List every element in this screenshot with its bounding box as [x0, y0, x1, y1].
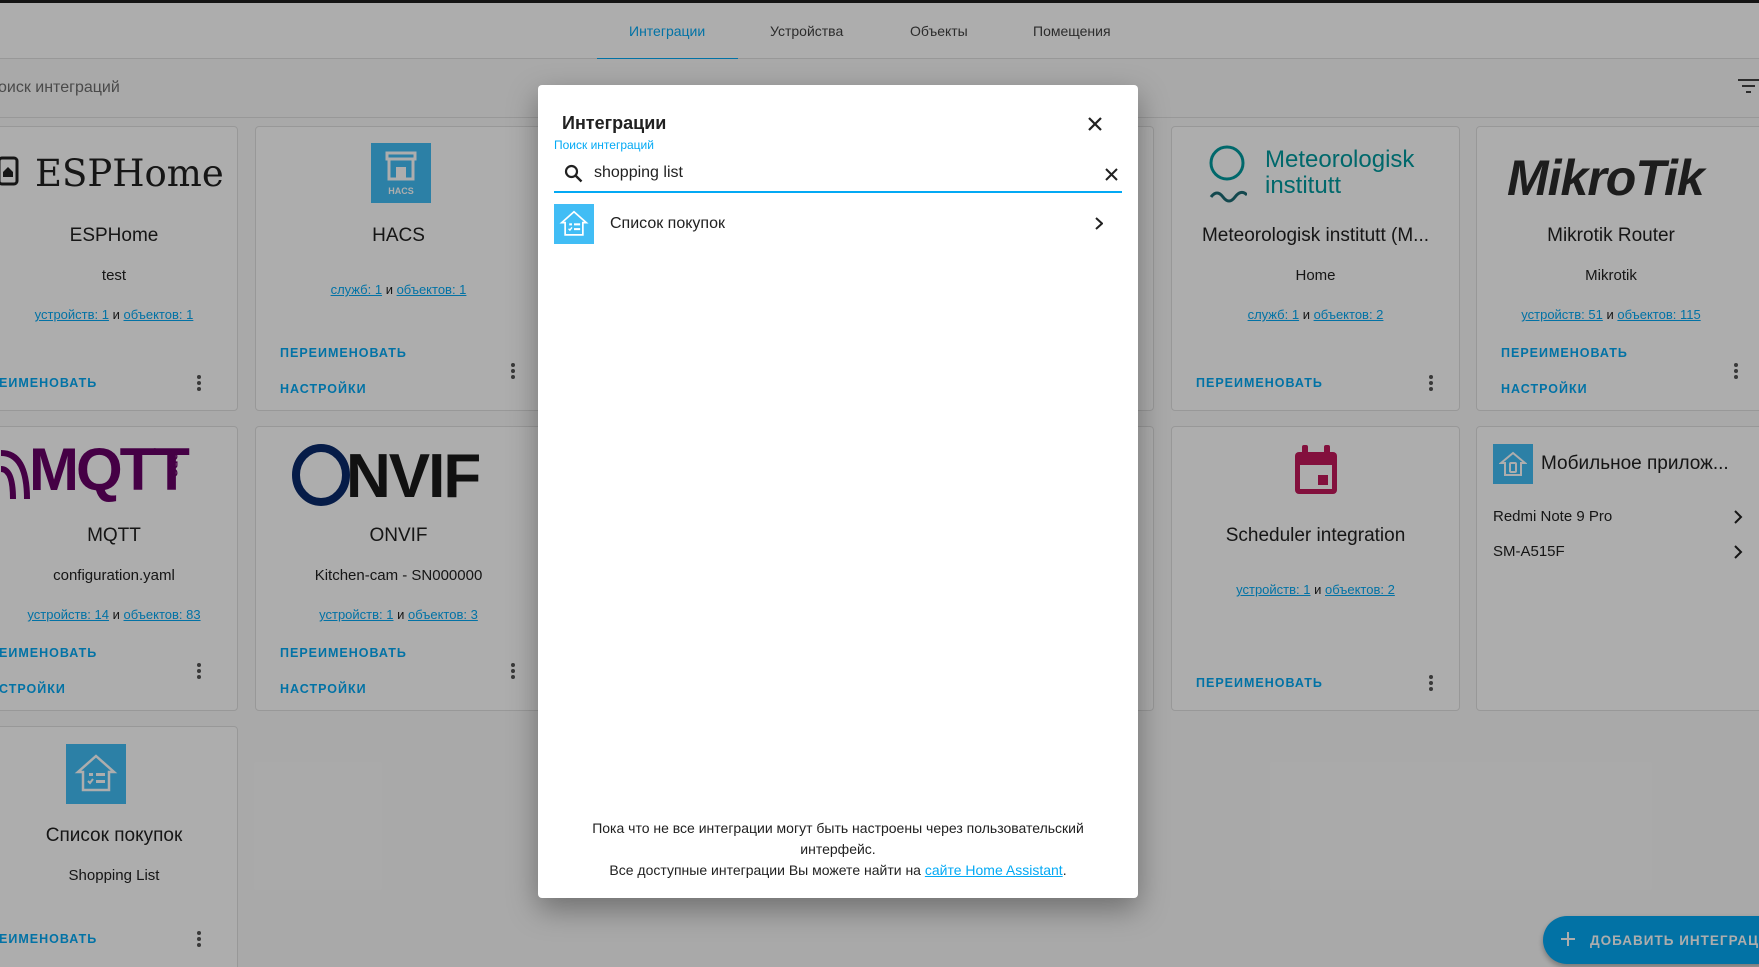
search-field[interactable]	[554, 152, 1122, 193]
search-input[interactable]	[594, 160, 1074, 186]
close-icon[interactable]	[1087, 116, 1103, 132]
chevron-right-icon	[1095, 217, 1103, 230]
dialog-footer-note: Пока что не все интеграции могут быть на…	[562, 818, 1114, 881]
footer-line-1: Пока что не все интеграции могут быть на…	[592, 820, 1084, 857]
result-label: Список покупок	[610, 215, 725, 232]
footer-line-2: Все доступные интеграции Вы можете найти…	[609, 862, 921, 878]
home-assistant-link[interactable]: сайте Home Assistant	[925, 862, 1063, 878]
add-integration-dialog: Интеграции Поиск интеграций Список покуп…	[538, 85, 1138, 898]
shopping-list-icon	[554, 204, 594, 244]
integration-result-shopping-list[interactable]: Список покупок	[554, 203, 1114, 244]
search-icon	[564, 164, 583, 183]
footer-suffix: .	[1062, 862, 1067, 878]
clear-search-icon[interactable]	[1104, 167, 1119, 182]
dialog-title: Интеграции	[562, 113, 667, 133]
search-field-label: Поиск интеграций	[554, 138, 654, 152]
